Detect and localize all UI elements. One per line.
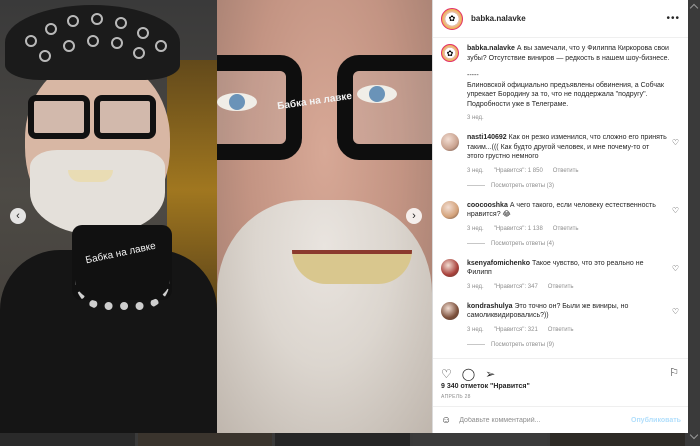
post-header: ✿ babka.nalavke ••• — [433, 0, 688, 38]
view-replies-button[interactable]: Посмотреть ответы (3) — [467, 183, 681, 189]
comment-username[interactable]: ksenyafomichenko — [467, 260, 530, 267]
emoji-icon[interactable]: ☺ — [441, 415, 451, 426]
glasses-closeup — [217, 55, 432, 175]
comment-reply-button[interactable]: Ответить — [553, 168, 579, 174]
caption: ✿ babka.nalavke А вы замечали, что у Фил… — [441, 44, 681, 121]
comment-username[interactable]: nasti140692 — [467, 134, 507, 141]
comment-text: ksenyafomichenko Такое чувство, что это … — [467, 259, 667, 278]
teeth-closeup — [292, 250, 412, 284]
comment-heart-icon[interactable]: ♡ — [672, 307, 679, 316]
comment-item: nasti140692 Как он резко изменился, что … — [441, 133, 681, 189]
prev-arrow-icon[interactable]: ‹ — [10, 208, 26, 224]
caption-avatar[interactable]: ✿ — [441, 44, 459, 62]
comment-avatar[interactable] — [441, 200, 459, 219]
view-replies-label: Посмотреть ответы (4) — [491, 240, 555, 247]
view-replies-label: Посмотреть ответы (3) — [491, 182, 555, 189]
bookmark-icon[interactable]: ⚐ — [669, 366, 679, 379]
comment-avatar[interactable] — [441, 133, 459, 151]
comment-text: coocooshka А чего такого, если человеку … — [467, 201, 667, 220]
comment-likes[interactable]: "Нравится": 321 — [494, 327, 538, 333]
comment-username[interactable]: kondrashulya — [467, 303, 513, 310]
caption-body-2: Блиновской официально предъявлены обвине… — [467, 81, 664, 108]
comments-list: nasti140692 Как он резко изменился, что … — [441, 133, 681, 348]
comment-icon[interactable]: ◯ — [462, 368, 475, 380]
view-replies-button[interactable]: Посмотреть ответы (4) — [467, 241, 681, 247]
comment-likes[interactable]: "Нравится": 347 — [494, 284, 538, 290]
comment-heart-icon[interactable]: ♡ — [672, 138, 679, 147]
studded-cap — [5, 5, 180, 80]
comment-likes[interactable]: "Нравится": 1 850 — [494, 168, 543, 174]
comment-heart-icon[interactable]: ♡ — [672, 264, 679, 273]
post-media[interactable]: Бабка на лавке Бабка на лавке ‹ › — [0, 0, 432, 433]
comment-meta: 3 нед. "Нравится": 1 850 Ответить — [467, 168, 667, 174]
photo-right-closeup: Бабка на лавке — [217, 0, 432, 433]
comment-username[interactable]: coocooshka — [467, 202, 508, 209]
chain-necklace — [75, 280, 170, 310]
more-horizontal-icon[interactable]: ••• — [666, 13, 680, 24]
comment-avatar[interactable] — [441, 301, 459, 320]
beard — [30, 150, 165, 235]
caption-text: babka.nalavke А вы замечали, что у Филип… — [467, 44, 675, 109]
comment-item: kondrashulya Это точно он? Были же винир… — [441, 301, 681, 348]
comment-input[interactable] — [459, 416, 623, 424]
smile — [68, 170, 113, 182]
comment-likes[interactable]: "Нравится": 1 138 — [494, 226, 543, 232]
comment-time: 3 нед. — [467, 326, 484, 333]
glasses — [20, 95, 160, 143]
thumbnail-strip — [0, 433, 688, 446]
caption-username[interactable]: babka.nalavke — [467, 45, 515, 52]
next-arrow-icon[interactable]: › — [406, 208, 422, 224]
comment-text: kondrashulya Это точно он? Были же винир… — [467, 302, 667, 321]
comment-time: 3 нед. — [467, 283, 484, 290]
comment-time: 3 нед. — [467, 167, 484, 174]
likes-count[interactable]: 9 340 отметок "Нравится" — [441, 383, 530, 390]
photo-left: Бабка на лавке — [0, 0, 217, 433]
comments-scroll[interactable]: ✿ babka.nalavke А вы замечали, что у Фил… — [433, 38, 689, 358]
heart-icon[interactable]: ♡ — [441, 368, 452, 380]
action-bar: ♡ ◯ ➢ ⚐ — [433, 358, 689, 382]
comment-item: ksenyafomichenko Такое чувство, что это … — [441, 258, 681, 290]
comment-meta: 3 нед. "Нравится": 347 Ответить — [467, 284, 667, 290]
view-replies-label: Посмотреть ответы (9) — [491, 341, 555, 348]
send-icon[interactable]: ➢ — [485, 368, 495, 380]
avatar[interactable]: ✿ — [441, 7, 463, 30]
comment-reply-button[interactable]: Ответить — [553, 226, 579, 232]
comment-reply-button[interactable]: Ответить — [548, 284, 574, 290]
caption-separator: ----- — [467, 72, 479, 79]
post-panel: ✿ babka.nalavke ••• ✿ babka.nalavke А вы… — [432, 0, 689, 433]
caption-time: 3 нед. — [467, 115, 484, 121]
comment-meta: 3 нед. "Нравится": 321 Ответить — [467, 327, 667, 333]
comment-meta: 3 нед. "Нравится": 1 138 Ответить — [467, 226, 667, 232]
comment-box: ☺ Опубликовать — [433, 406, 689, 433]
scrollbar[interactable] — [688, 0, 700, 446]
view-replies-button[interactable]: Посмотреть ответы (9) — [467, 342, 681, 348]
comment-reply-button[interactable]: Ответить — [548, 327, 574, 333]
comment-heart-icon[interactable]: ♡ — [672, 206, 679, 215]
comment-item: coocooshka А чего такого, если человеку … — [441, 200, 681, 247]
publish-button[interactable]: Опубликовать — [631, 417, 681, 424]
comment-time: 3 нед. — [467, 225, 484, 232]
comment-avatar[interactable] — [441, 258, 459, 277]
post-date: АПРЕЛЬ 28 — [441, 394, 471, 400]
beard-closeup — [217, 200, 432, 433]
post-username[interactable]: babka.nalavke — [471, 14, 526, 23]
comment-text: nasti140692 Как он резко изменился, что … — [467, 133, 667, 162]
